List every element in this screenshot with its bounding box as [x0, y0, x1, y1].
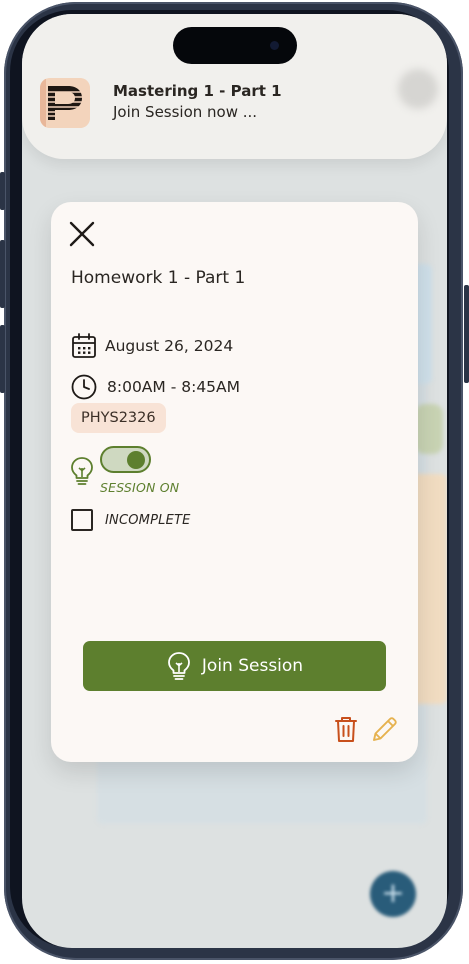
event-detail-card: Homework 1 - Part 1 August 26, 2024 8:00…: [51, 202, 418, 762]
join-session-label: Join Session: [201, 656, 304, 676]
add-event-button[interactable]: +: [370, 871, 416, 917]
session-status-label: SESSION ON: [100, 480, 180, 495]
app-logo-icon: [40, 78, 90, 128]
completion-checkbox[interactable]: [71, 509, 93, 531]
notification-thumbnail: [398, 69, 438, 109]
phone-screen: + Mastering 1 - Part 1 Join Session now …: [22, 14, 447, 948]
action-button: [0, 172, 5, 210]
calendar-icon: [72, 333, 96, 358]
delete-button[interactable]: [334, 715, 358, 743]
close-button[interactable]: [68, 220, 96, 248]
toggle-knob: [127, 451, 145, 469]
close-icon: [69, 221, 95, 247]
notification-body: Join Session now ...: [113, 103, 258, 121]
pencil-icon: [373, 717, 397, 741]
volume-up-button: [0, 240, 5, 308]
edit-button[interactable]: [371, 715, 399, 743]
camera-icon: [270, 41, 279, 50]
event-title: Homework 1 - Part 1: [71, 268, 246, 288]
power-button: [464, 285, 469, 383]
trash-icon: [335, 717, 357, 742]
notification-title: Mastering 1 - Part 1: [113, 82, 282, 100]
background-event: [415, 404, 443, 454]
lightbulb-icon: [168, 652, 190, 680]
volume-down-button: [0, 325, 5, 393]
course-tag: PHYS2326: [71, 403, 166, 433]
session-toggle[interactable]: [100, 446, 151, 473]
event-time: 8:00AM - 8:45AM: [107, 378, 241, 396]
dynamic-island: [173, 27, 297, 64]
event-date: August 26, 2024: [105, 337, 234, 355]
join-session-button[interactable]: Join Session: [83, 641, 386, 691]
completion-status-label: INCOMPLETE: [105, 513, 191, 528]
clock-icon: [71, 374, 97, 400]
lightbulb-icon: [71, 457, 93, 485]
